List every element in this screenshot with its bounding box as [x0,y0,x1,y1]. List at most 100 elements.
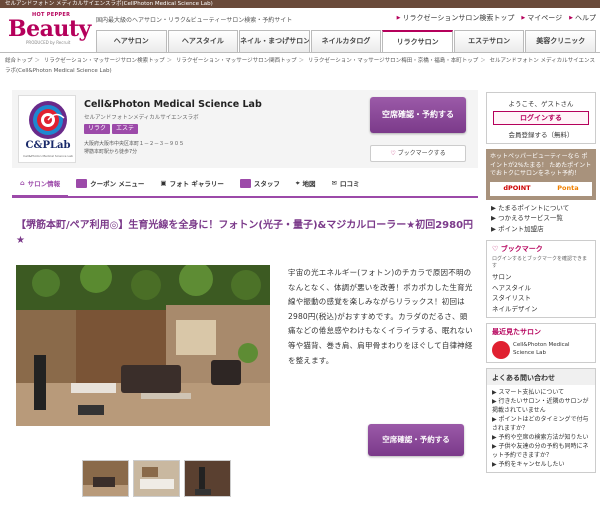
tab-map[interactable]: ⌖ 地図 [288,170,324,196]
recent-salon-item[interactable]: Cell&Photon Medical Science Lab [487,338,595,362]
bookmark-link-salon[interactable]: サロン [492,272,590,283]
salon-main-photo [16,265,270,426]
tab-photo-gallery[interactable]: ▣ フォト ギャラリー [152,170,231,196]
crumb-top[interactable]: 総合トップ [5,58,33,64]
tab-label: 口コミ [339,180,360,188]
reserve-button-secondary[interactable]: 空席確認・予約する [368,424,464,456]
bookmark-title-label: ブックマーク [500,245,543,253]
crumb-sep: ＞ [480,58,486,64]
nav-hair-style[interactable]: ヘアスタイル [167,30,239,52]
nav-hair-salon[interactable]: ヘアサロン [96,30,167,52]
photo-thumbnails [82,460,231,497]
crumb-sep: ＞ [166,58,173,64]
bookmark-button[interactable]: ♡ ブックマークする [370,145,466,162]
thumbnail-photo[interactable] [82,460,129,497]
bookmark-link-hairstyle[interactable]: ヘアスタイル [492,283,590,294]
point-link-services[interactable]: ▶ つかえるサービス一覧 [491,213,591,224]
bookmark-box: ♡ ブックマーク ログインするとブックマークを確認できます サロン ヘアスタイル… [486,240,596,318]
tag-relax: リラク [84,124,111,134]
coupon-icon [76,178,88,188]
arrow-icon: ▶ [396,15,401,21]
thumbnail-image [83,461,128,496]
salon-header: C&PLab Cell&Photon Medical Science Lab C… [12,90,478,168]
tag-esthe: エステ [112,124,139,134]
faq-list: ▶ スマート支払いについて ▶ 行きたいサロン・近隣のサロンが掲載されていません… [487,385,595,472]
recent-salon-thumb [492,341,510,359]
salon-logo: C&PLab Cell&Photon Medical Science Lab [18,95,76,163]
bookmark-link-stylist[interactable]: スタイリスト [492,293,590,304]
crumb-umeda[interactable]: リラクゼーション・マッサージサロン梅田・京橋・福島・本町トップ [308,58,478,64]
toplink-mypage[interactable]: ▶ マイページ [521,13,562,23]
nav-divider [0,52,600,53]
faq-title: よくある問い合わせ [487,369,595,385]
faq-item[interactable]: ▶ ポイントはどのタイミングで付与されますか？ [492,415,590,433]
nav-beauty-clinic[interactable]: 美容クリニック [525,30,597,52]
salon-tabs: ⌂ サロン情報 クーポン メニュー ▣ フォト ギャラリー スタッフ ⌖ 地図 ✉ 口コ… [12,170,478,198]
point-link-label: たまるポイントについて [498,203,570,212]
site-tagline: 国内最大級のヘアサロン・リラク&ビューティーサロン検索・予約サイト [96,17,293,24]
bookmark-links: サロン ヘアスタイル スタイリスト ネイルデザイン [487,269,595,317]
camera-icon: ▣ [160,179,167,187]
tab-staff[interactable]: スタッフ [232,170,288,196]
point-link-shops[interactable]: ▶ ポイント加盟店 [491,224,591,235]
recent-title: 最近見たサロン [492,328,541,336]
arrow-icon: ▶ [521,15,526,21]
faq-item-label: 予約をキャンセルしたい [498,461,565,468]
reserve-button[interactable]: 空席確認・予約する [370,97,466,133]
logo-produced: PRODUCED by Recruit [26,40,71,45]
home-icon: ⌂ [20,178,25,187]
faq-box: よくある問い合わせ ▶ スマート支払いについて ▶ 行きたいサロン・近隣のサロン… [486,368,596,473]
crumb-sep: ＞ [34,58,41,64]
crumb-relax-top[interactable]: リラクゼーション・マッサージサロン検索トップ [44,58,165,64]
toplink-relax-search[interactable]: ▶ リラクゼーションサロン検索トップ [397,13,515,23]
breadcrumb: 総合トップ＞ リラクゼーション・マッサージサロン検索トップ＞ リラクゼーション・… [5,56,595,76]
main-nav: ヘアサロン ヘアスタイル ネイル・まつげサロン ネイルカタログ リラクサロン エ… [96,30,597,53]
faq-item[interactable]: ▶ 子供や友達の分の予約も同時にネット予約できますか？ [492,442,590,460]
faq-item[interactable]: ▶ 行きたいサロン・近隣のサロンが掲載されていません [492,397,590,415]
login-button[interactable]: ログインする [493,111,589,125]
register-link[interactable]: 会員登録する（無料） [487,125,595,143]
thumbnail-image [185,461,230,496]
bookmark-title: ♡ ブックマーク [487,241,595,255]
salon-address-block: 大阪府大阪市中央区本町１－２－３－９０５ 堺筋本町駅から徒歩7分 [84,140,184,156]
salon-address: 大阪府大阪市中央区本町１－２－３－９０５ [84,141,185,147]
point-logos: dPOINT Ponta [490,181,592,196]
tab-reviews[interactable]: ✉ 口コミ [324,170,368,196]
tab-coupon-menu[interactable]: クーポン メニュー [68,170,152,196]
faq-item-label: 予約や空席の検索方法が知りたい [498,434,589,441]
nav-nail-salon[interactable]: ネイル・まつげサロン [239,30,310,52]
tab-salon-info[interactable]: ⌂ サロン情報 [12,170,69,198]
chat-icon: ✉ [331,179,337,187]
point-link-label: ポイント加盟店 [498,224,544,233]
tab-label: サロン情報 [27,179,61,188]
point-link-about[interactable]: ▶ たまるポイントについて [491,203,591,214]
thumbnail-photo[interactable] [133,460,180,497]
thumbnail-photo[interactable] [184,460,231,497]
main-content: C&PLab Cell&Photon Medical Science Lab C… [12,90,478,514]
faq-item[interactable]: ▶ スマート支払いについて [492,388,590,397]
nav-esthe-salon[interactable]: エステサロン [453,30,525,52]
point-promo[interactable]: ホットペッパービューティーなら ポイントが2%たまる！ ためたポイントでおトクに… [486,149,596,200]
faq-item[interactable]: ▶ 予約や空席の検索方法が知りたい [492,433,590,442]
map-pin-icon: ⌖ [295,178,300,187]
bookmark-link-nail[interactable]: ネイルデザイン [492,304,590,315]
crumb-kansai[interactable]: リラクゼーション・マッサージサロン関西トップ [176,58,297,64]
point-promo-text: ホットペッパービューティーなら ポイントが2%たまる！ ためたポイントでおトクに… [490,153,592,177]
top-links: ▶ リラクゼーションサロン検索トップ ▶ マイページ ▶ ヘルプ [397,13,596,23]
faq-item-label: 子供や友達の分の予約も同時にネット予約できますか？ [492,443,589,459]
hotpepper-beauty-logo[interactable]: HOT PEPPER Beauty PRODUCED by Recruit [6,11,91,45]
staff-icon [239,178,251,188]
toplink-label: ヘルプ [575,14,596,22]
toplink-help[interactable]: ▶ ヘルプ [569,13,596,23]
salon-interior-image [16,265,270,426]
dpoint-logo: dPOINT [503,184,531,193]
thumbnail-image [134,461,179,496]
tab-label: フォト ギャラリー [169,180,224,188]
nav-nail-catalog[interactable]: ネイルカタログ [310,30,382,52]
crumb-sep: ＞ [298,58,305,64]
heart-icon: ♡ [390,150,396,157]
nav-relax-salon[interactable]: リラクサロン [382,30,453,53]
faq-item[interactable]: ▶ 予約をキャンセルしたい [492,460,590,469]
arrow-icon: ▶ [569,15,573,21]
point-links: ▶ たまるポイントについて ▶ つかえるサービス一覧 ▶ ポイント加盟店 [486,200,596,238]
